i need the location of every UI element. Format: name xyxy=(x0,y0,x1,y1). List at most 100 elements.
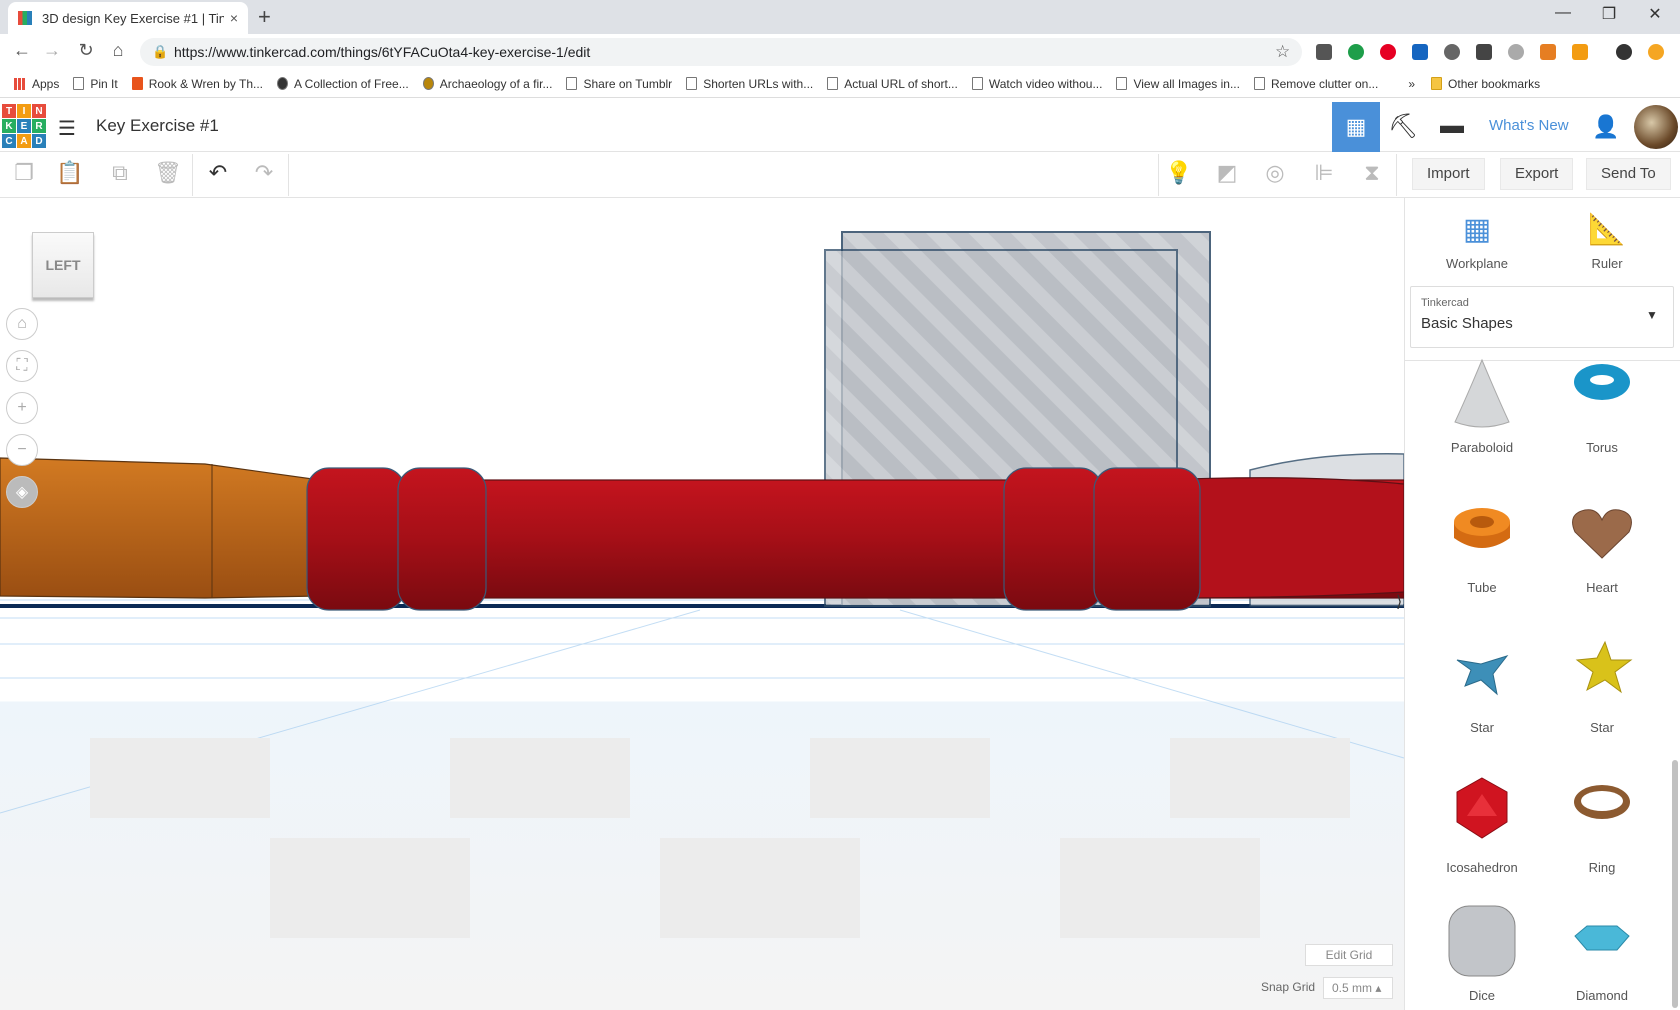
icosahedron-icon xyxy=(1456,777,1508,839)
bookmark-item[interactable]: Rook & Wren by Th... xyxy=(131,77,263,91)
redo-icon[interactable]: ↷ xyxy=(248,160,280,186)
other-bookmarks[interactable]: Other bookmarks xyxy=(1431,77,1540,91)
shape-paraboloid[interactable]: Paraboloid xyxy=(1427,356,1537,455)
extension-icon[interactable] xyxy=(1476,44,1492,60)
red-ring[interactable] xyxy=(306,467,406,611)
zoom-out-icon[interactable]: − xyxy=(6,434,38,466)
workplane-button[interactable]: ▦ Workplane xyxy=(1422,212,1532,271)
mirror-icon[interactable]: ⧗ xyxy=(1356,160,1388,186)
extension-icon[interactable] xyxy=(1508,44,1524,60)
undo-icon[interactable]: ↶ xyxy=(202,160,234,186)
avatar[interactable] xyxy=(1634,105,1678,149)
gear-extension-icon[interactable] xyxy=(1444,44,1460,60)
floor-tiles xyxy=(90,738,1350,938)
pinterest-icon[interactable] xyxy=(1380,44,1396,60)
shape-heart[interactable]: Heart xyxy=(1547,496,1657,595)
shape-star-blue[interactable]: Star xyxy=(1427,636,1537,735)
bookmark-item[interactable]: Remove clutter on... xyxy=(1253,77,1378,91)
3d-workplane-viewport[interactable] xyxy=(0,198,1404,1010)
fit-view-icon[interactable]: ⛶ xyxy=(6,350,38,382)
shape-dice[interactable]: Dice xyxy=(1427,904,1537,1003)
close-window-button[interactable]: ✕ xyxy=(1632,4,1678,24)
shape-ring[interactable]: Ring xyxy=(1547,776,1657,875)
logo-letter: N xyxy=(32,104,46,118)
design-title[interactable]: Key Exercise #1 xyxy=(96,116,219,136)
logo-letter: K xyxy=(2,119,16,133)
snap-grid-label: Snap Grid xyxy=(1261,980,1316,994)
extension-icon[interactable] xyxy=(1412,44,1428,60)
shape-star-yellow[interactable]: Star xyxy=(1547,636,1657,735)
export-button[interactable]: Export xyxy=(1500,158,1574,190)
reload-button[interactable]: ↻ xyxy=(74,40,98,61)
home-button[interactable]: ⌂ xyxy=(106,40,130,61)
design-list-icon[interactable]: ☰ xyxy=(58,116,76,141)
shape-tube[interactable]: Tube xyxy=(1427,496,1537,595)
paste-icon[interactable]: 📋 xyxy=(54,160,86,186)
bookmark-item[interactable]: Shorten URLs with... xyxy=(686,77,813,91)
panel-scrollbar[interactable] xyxy=(1672,760,1678,1008)
shape-diamond[interactable]: Diamond xyxy=(1547,904,1657,1003)
bricks-icon[interactable]: ▬ xyxy=(1440,112,1464,140)
red-ring[interactable] xyxy=(1093,467,1201,611)
shape-library-select[interactable]: Tinkercad Basic Shapes xyxy=(1410,286,1674,348)
import-button[interactable]: Import xyxy=(1412,158,1485,190)
group-icon[interactable]: ◩ xyxy=(1211,160,1243,186)
bookmark-item[interactable]: Pin It xyxy=(73,77,118,91)
copy-icon[interactable]: ❐ xyxy=(8,160,40,186)
minimize-button[interactable]: — xyxy=(1540,4,1586,22)
red-ring[interactable] xyxy=(397,467,487,611)
orange-key-head[interactable] xyxy=(0,457,321,599)
extension-icon[interactable] xyxy=(1572,44,1588,60)
send-to-button[interactable]: Send To xyxy=(1586,158,1671,190)
snap-grid-select[interactable]: 0.5 mm ▴ xyxy=(1323,977,1393,999)
lightbulb-icon[interactable]: 💡 xyxy=(1163,160,1195,186)
3d-view-grid-icon[interactable]: ▦ xyxy=(1332,102,1380,152)
add-user-icon[interactable]: 👤 xyxy=(1592,114,1619,140)
bookmark-item[interactable]: Actual URL of short... xyxy=(827,77,958,91)
zoom-in-icon[interactable]: + xyxy=(6,392,38,424)
menu-alert-icon[interactable] xyxy=(1648,44,1664,60)
tab-close-icon[interactable]: × xyxy=(230,10,238,26)
align-icon[interactable]: ⊫ xyxy=(1308,160,1340,186)
bookmarks-overflow-button[interactable]: » xyxy=(1408,77,1415,91)
torus-icon xyxy=(1574,364,1630,400)
shape-icosahedron[interactable]: Icosahedron xyxy=(1427,776,1537,875)
page-icon xyxy=(686,77,698,90)
extension-icon[interactable] xyxy=(1540,44,1556,60)
home-view-icon[interactable]: ⌂ xyxy=(6,308,38,340)
bookmark-star-icon[interactable]: ☆ xyxy=(1275,42,1290,62)
toolbar-divider xyxy=(1158,154,1159,196)
edit-grid-button[interactable]: Edit Grid xyxy=(1305,944,1393,966)
bookmark-item[interactable]: View all Images in... xyxy=(1116,77,1240,91)
whats-new-link[interactable]: What's New xyxy=(1489,117,1569,134)
pocket-extension-icon[interactable] xyxy=(1316,44,1332,60)
bookmark-item[interactable]: Archaeology of a fir... xyxy=(422,77,552,91)
address-bar[interactable]: https://www.tinkercad.com/things/6tYFACu… xyxy=(140,38,1302,66)
perspective-toggle-icon[interactable]: ◈ xyxy=(6,476,38,508)
back-button[interactable]: ← xyxy=(10,40,34,61)
new-tab-button[interactable]: + xyxy=(258,4,271,30)
red-ring[interactable] xyxy=(1003,467,1103,611)
logo-letter: R xyxy=(32,119,46,133)
library-name: Basic Shapes xyxy=(1421,315,1513,332)
ring-icon xyxy=(1574,785,1630,819)
tinkercad-favicon xyxy=(18,11,32,25)
bookmark-apps[interactable]: Apps xyxy=(14,77,59,91)
pickaxe-icon[interactable]: ⛏ xyxy=(1388,112,1418,141)
bookmark-item[interactable]: Share on Tumblr xyxy=(566,77,672,91)
bookmark-item[interactable]: A Collection of Free... xyxy=(277,77,409,91)
shape-torus[interactable]: Torus xyxy=(1547,356,1657,455)
browser-tab[interactable]: 3D design Key Exercise #1 | Tinke × xyxy=(8,2,248,34)
forward-button[interactable]: → xyxy=(40,40,64,61)
duplicate-icon[interactable]: ⧉ xyxy=(104,160,136,186)
ungroup-icon[interactable]: ◎ xyxy=(1259,160,1291,186)
bookmark-item[interactable]: Watch video withou... xyxy=(971,77,1102,91)
delete-trash-icon[interactable]: 🗑 xyxy=(152,160,184,186)
maximize-button[interactable]: ❐ xyxy=(1586,4,1632,24)
profile-icon[interactable] xyxy=(1616,44,1632,60)
view-cube[interactable]: LEFT xyxy=(32,232,94,298)
tinkercad-logo[interactable]: T I N K E R C A D xyxy=(2,104,46,148)
extension-icon[interactable] xyxy=(1348,44,1364,60)
toolbar-divider xyxy=(1396,154,1397,196)
ruler-button[interactable]: 📐 Ruler xyxy=(1552,212,1662,271)
